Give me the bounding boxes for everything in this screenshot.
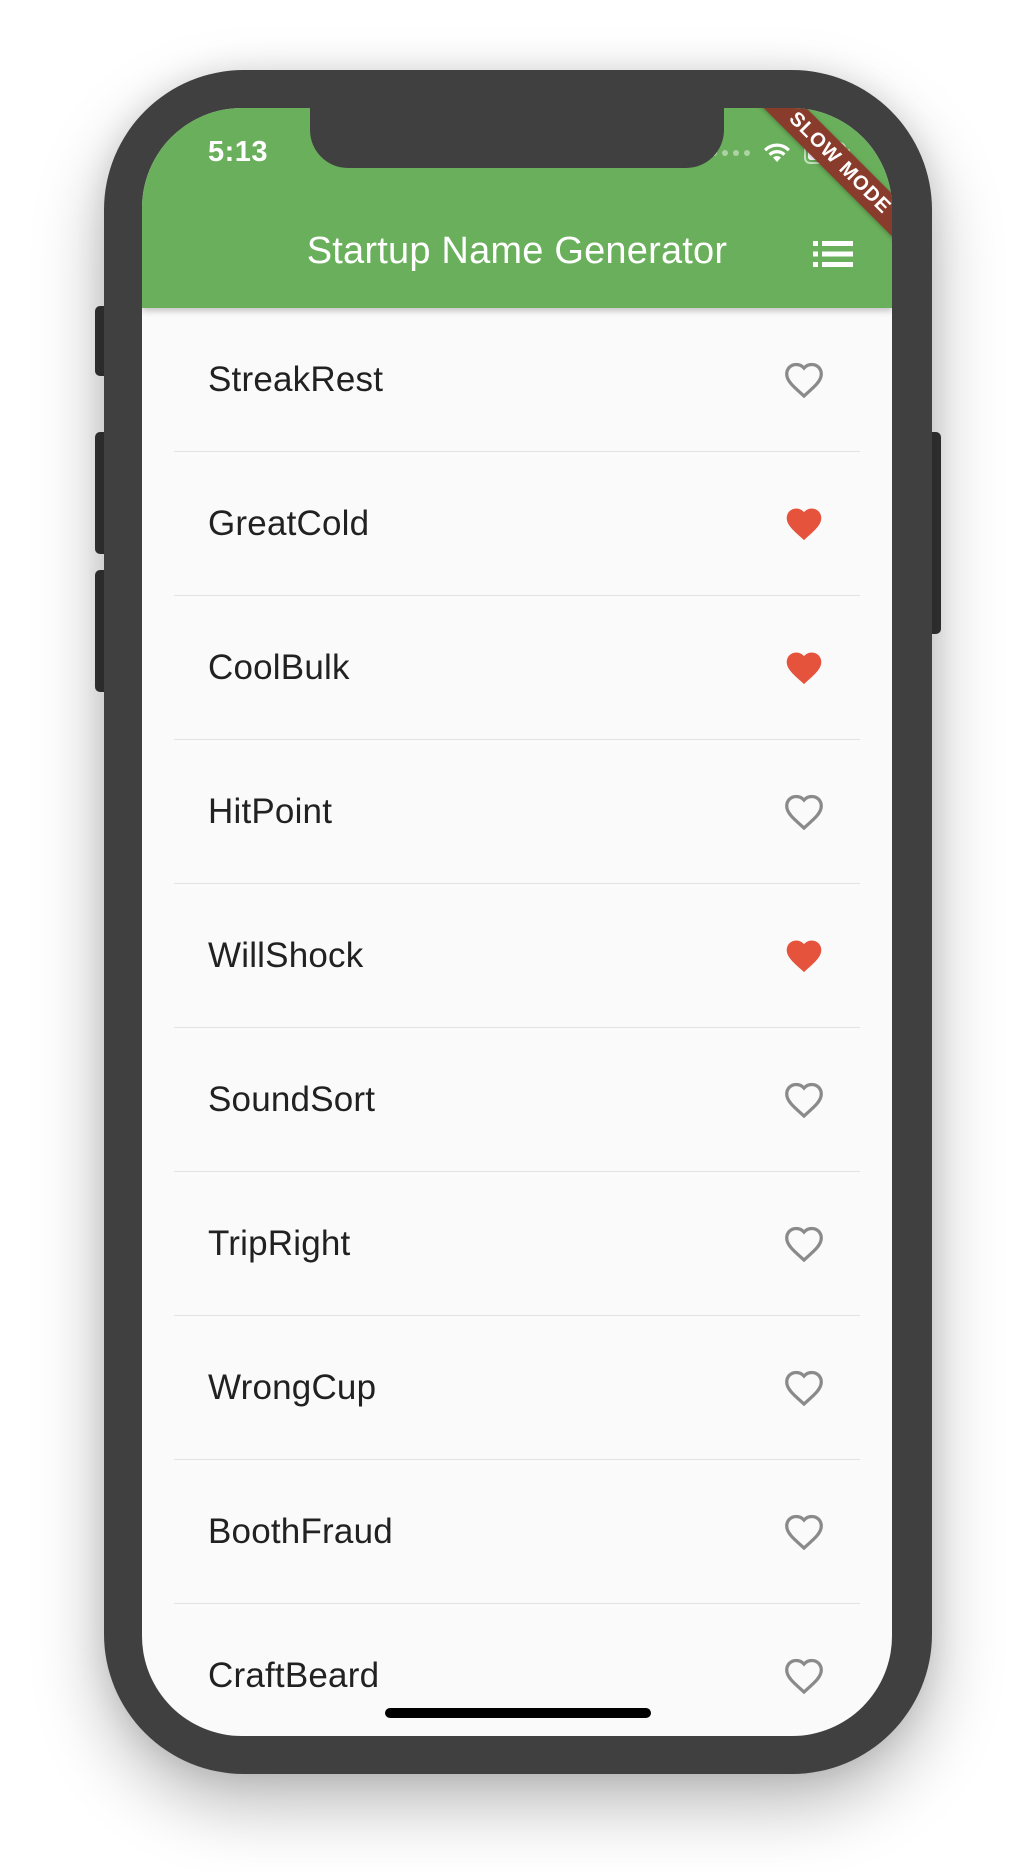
startup-name: CoolBulk xyxy=(208,648,350,687)
list-item[interactable]: GreatCold xyxy=(142,452,892,596)
favorite-outline-heart-icon[interactable] xyxy=(782,790,826,834)
name-list[interactable]: StreakRest GreatCold CoolBulk HitPoint W xyxy=(142,308,892,1736)
home-indicator[interactable] xyxy=(385,1708,651,1718)
favorite-outline-heart-icon[interactable] xyxy=(782,1654,826,1698)
list-item[interactable]: BoothFraud xyxy=(142,1460,892,1604)
startup-name: SoundSort xyxy=(208,1080,376,1119)
favorite-filled-heart-icon[interactable] xyxy=(782,646,826,690)
app-screen: 5:13 Startup Name Generator SLOW MODE St… xyxy=(142,108,892,1736)
startup-name: WrongCup xyxy=(208,1368,377,1407)
favorite-outline-heart-icon[interactable] xyxy=(782,1078,826,1122)
startup-name: HitPoint xyxy=(208,792,333,831)
list-item[interactable]: CoolBulk xyxy=(142,596,892,740)
startup-name: GreatCold xyxy=(208,504,370,543)
favorite-filled-heart-icon[interactable] xyxy=(782,502,826,546)
startup-name: CraftBeard xyxy=(208,1656,380,1695)
list-item[interactable]: WrongCup xyxy=(142,1316,892,1460)
favorite-filled-heart-icon[interactable] xyxy=(782,934,826,978)
status-icons xyxy=(711,142,852,164)
wifi-icon xyxy=(764,143,790,162)
favorite-outline-heart-icon[interactable] xyxy=(782,1366,826,1410)
notch xyxy=(310,108,724,168)
favorite-outline-heart-icon[interactable] xyxy=(782,358,826,402)
favorite-outline-heart-icon[interactable] xyxy=(782,1510,826,1554)
list-icon xyxy=(813,241,853,267)
startup-name: StreakRest xyxy=(208,360,384,399)
app-title: Startup Name Generator xyxy=(306,230,728,272)
status-time: 5:13 xyxy=(208,136,269,168)
list-item[interactable]: WillShock xyxy=(142,884,892,1028)
list-item[interactable]: SoundSort xyxy=(142,1028,892,1172)
favorite-outline-heart-icon[interactable] xyxy=(782,1222,826,1266)
startup-name: BoothFraud xyxy=(208,1512,393,1551)
list-item[interactable]: TripRight xyxy=(142,1172,892,1316)
startup-name: TripRight xyxy=(208,1224,351,1263)
list-item[interactable]: HitPoint xyxy=(142,740,892,884)
startup-name: WillShock xyxy=(208,936,364,975)
list-item[interactable]: StreakRest xyxy=(142,308,892,452)
device-frame: 5:13 Startup Name Generator SLOW MODE St… xyxy=(0,0,1034,1872)
battery-icon xyxy=(804,142,850,164)
saved-list-button[interactable] xyxy=(810,234,856,274)
